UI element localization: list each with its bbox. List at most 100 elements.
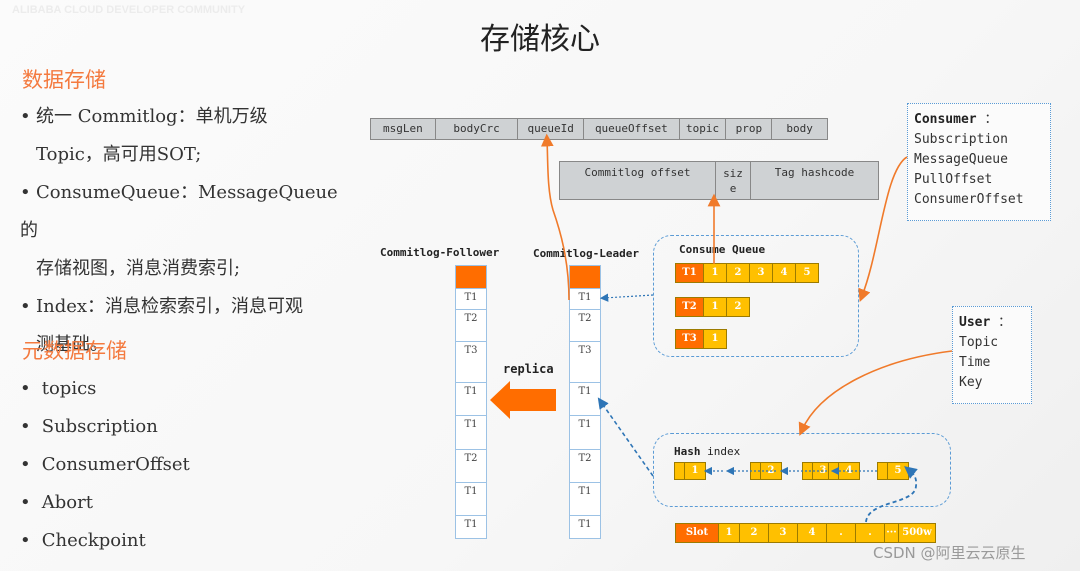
queue-topic-cell: T3	[676, 330, 704, 348]
consumer-item: Subscription	[914, 132, 1008, 147]
footer-credit: CSDN @阿里云云原生	[873, 544, 1026, 562]
bullet-icon: •	[20, 378, 31, 399]
commitlog-cell: T1	[456, 482, 486, 515]
consume-queue-row: T3 1	[675, 329, 727, 349]
replica-arrow-icon	[490, 381, 556, 419]
hash-index-title: Hash index	[674, 445, 741, 458]
hash-index-nodes: 12345	[674, 462, 934, 480]
bullet-item: • Checkpoint	[20, 522, 360, 560]
user-link-arrow	[798, 350, 953, 436]
hash-node-value: 4	[839, 463, 859, 479]
queue-entry-cell: 4	[773, 264, 796, 282]
user-item: Time	[959, 355, 991, 370]
queue-topic-cell: T1	[676, 264, 704, 282]
slot-cell: 1	[719, 524, 740, 542]
bullet-icon: •	[20, 492, 31, 513]
hash-node-value: 2	[761, 463, 781, 479]
bullet-text: topics	[41, 378, 97, 399]
slot-cell: 500w	[899, 524, 935, 542]
bullet-item: • topics	[20, 370, 360, 408]
field-queueoffset: queueOffset	[584, 119, 680, 139]
field-msglen: msgLen	[371, 119, 436, 139]
commitlog-cell: T2	[456, 309, 486, 341]
hash-node-pointer	[803, 463, 813, 479]
commitlog-cell: T3	[570, 341, 600, 382]
field-size: siz e	[716, 162, 751, 199]
slot-cell: 3	[769, 524, 798, 542]
commitlog-cell: T1	[570, 382, 600, 415]
user-item: Topic	[959, 335, 999, 350]
hash-node-pointer	[751, 463, 761, 479]
commitlog-cell: T2	[456, 449, 486, 482]
queue-entry-cell: 1	[704, 264, 727, 282]
consumer-title: Consumer ：	[914, 112, 998, 127]
commitlog-head-block	[570, 266, 600, 288]
bullet-item: • ConsumerOffset	[20, 446, 360, 484]
consume-queue-row: T2 1 2	[675, 297, 750, 317]
queue-entry-cell: 5	[796, 264, 818, 282]
consumer-item: PullOffset	[914, 172, 993, 187]
hash-node-value: 5	[888, 463, 908, 479]
bullet-icon: •	[20, 416, 31, 437]
bullet-icon: •	[20, 530, 31, 551]
queue-entry-cell: 3	[750, 264, 773, 282]
commitlog-cell: T1	[456, 288, 486, 309]
section-heading-metadata-storage: 元数据存储	[22, 339, 127, 363]
bullet-text: Subscription	[41, 416, 158, 437]
user-title: User ：	[959, 315, 1012, 330]
bullet-icon: •	[20, 296, 31, 317]
bullet-icon: •	[20, 454, 31, 475]
field-queueid: queueId	[518, 119, 585, 139]
field-prop: prop	[726, 119, 773, 139]
commitlog-cell: T1	[570, 482, 600, 515]
bullet-text: Abort	[41, 492, 93, 513]
slot-cell: .	[856, 524, 885, 542]
hash-node-value: 1	[685, 463, 705, 479]
slot-head-cell: Slot	[676, 524, 719, 542]
replica-label: replica	[503, 362, 554, 376]
bullet-text: Index：消息检索索引，消息可观	[36, 296, 304, 317]
commitlog-cell: T2	[570, 449, 600, 482]
commitlog-cell: T1	[456, 415, 486, 449]
field-commitlog-offset: Commitlog offset	[560, 162, 716, 199]
hash-node-pointer	[878, 463, 888, 479]
consume-queue-title: Consume Queue	[679, 243, 766, 256]
commitlog-head-block	[456, 266, 486, 288]
consumer-info-box: Consumer ： Subscription MessageQueue Pul…	[907, 103, 1051, 221]
consumer-item: ConsumerOffset	[914, 192, 1024, 207]
bullet-item: • 统一 Commitlog：单机万级	[20, 98, 360, 136]
bullet-icon: •	[20, 106, 31, 127]
commitlog-cell: T1	[570, 288, 600, 309]
cq-entry-bar: Commitlog offset siz e Tag hashcode	[559, 161, 879, 200]
queue-entry-cell: 1	[704, 298, 727, 316]
user-info-box: User ： Topic Time Key	[952, 306, 1032, 404]
user-item: Key	[959, 375, 983, 390]
field-topic: topic	[680, 119, 727, 139]
metadata-storage-list: • topics • Subscription • ConsumerOffset…	[20, 370, 360, 560]
hash-index-node: 2	[750, 462, 782, 480]
commitlog-cell: T1	[456, 382, 486, 415]
bullet-text: 统一 Commitlog：单机万级	[36, 106, 268, 127]
commitlog-cell: T2	[570, 309, 600, 341]
consumer-item: MessageQueue	[914, 152, 1008, 167]
bullet-item-cont: 存储视图，消息消费索引;	[36, 258, 241, 279]
hash-index-node: 4	[828, 462, 860, 480]
commitlog-cell: T3	[456, 341, 486, 382]
slot-cell: 4	[798, 524, 827, 542]
bullet-item-cont: Topic，高可用SOT;	[36, 144, 202, 165]
queue-entry-cell: 2	[727, 264, 750, 282]
consume-queue-row: T1 1 2 3 4 5	[675, 263, 819, 283]
hash-index-node: 5	[877, 462, 909, 480]
message-format-bar: msgLen bodyCrc queueId queueOffset topic…	[370, 118, 828, 140]
slot-row: Slot 1 2 3 4.. ··· 500w	[675, 523, 936, 543]
section-heading-data-storage: 数据存储	[22, 68, 106, 92]
field-tag-hashcode: Tag hashcode	[774, 166, 855, 179]
hash-node-pointer	[829, 463, 839, 479]
commitlog-cell: T1	[456, 515, 486, 538]
leader-label: Commitlog-Leader	[533, 247, 639, 260]
slot-cell: 2	[740, 524, 769, 542]
bullet-icon: •	[20, 182, 31, 203]
slot-cell: ···	[885, 524, 899, 542]
field-bodycrc: bodyCrc	[436, 119, 519, 139]
follower-label: Commitlog-Follower	[380, 246, 500, 259]
